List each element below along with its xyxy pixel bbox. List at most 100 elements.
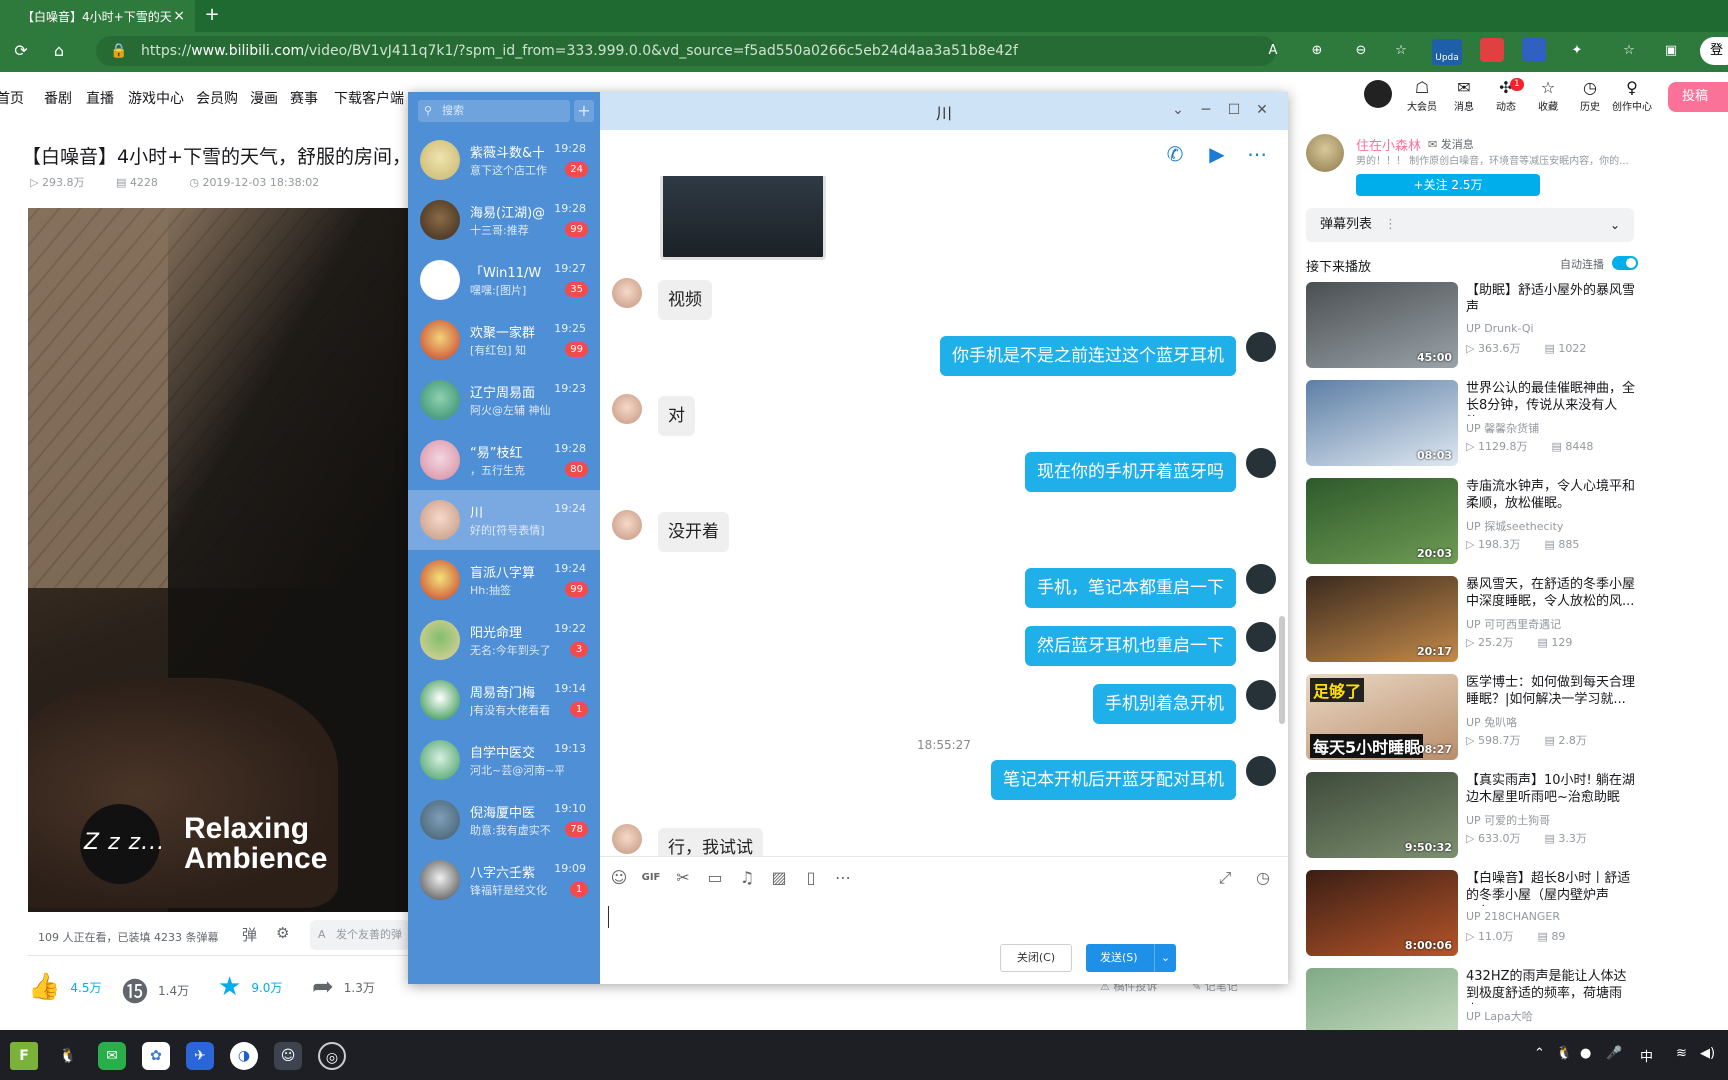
profile-button[interactable]: 登 bbox=[1700, 37, 1728, 65]
browser-icon[interactable]: ◑ bbox=[230, 1042, 258, 1070]
qq-add-button[interactable]: + bbox=[574, 100, 594, 122]
wechat-icon[interactable]: ✉ bbox=[98, 1042, 126, 1070]
coin-button[interactable]: ⓯ 1.4万 bbox=[122, 972, 189, 1009]
dynamics-button[interactable]: ✣ 动态 1 bbox=[1488, 78, 1524, 113]
ime-indicator[interactable]: 中 bbox=[1640, 1046, 1653, 1065]
creator-center-button[interactable]: ♀ 创作中心 bbox=[1612, 78, 1652, 113]
new-tab-button[interactable]: + bbox=[200, 4, 224, 28]
recommended-video[interactable]: 9:50:32 【真实雨声】10小时! 躺在湖边木屋里听雨吧~治愈助眠 UP 可爱的… bbox=[1306, 772, 1636, 860]
conversation-item[interactable]: 阳光命理 19:22 无名:今年到头了 3 bbox=[408, 610, 600, 670]
danmaku-settings-icon[interactable]: ⚙ bbox=[276, 924, 289, 942]
upda-extension-button[interactable]: Upda bbox=[1432, 39, 1462, 65]
self-avatar[interactable] bbox=[1246, 756, 1276, 786]
qq-active-icon[interactable]: ☺ bbox=[274, 1042, 302, 1070]
user-avatar[interactable] bbox=[1364, 80, 1392, 108]
conversation-item[interactable]: 倪海厦中医 19:10 助意:我有虚实不 78 bbox=[408, 790, 600, 850]
chat-scrollbar[interactable] bbox=[1279, 616, 1285, 724]
photos-icon[interactable]: ✿ bbox=[142, 1042, 170, 1070]
nav-link-download[interactable]: 下载客户端 bbox=[334, 88, 404, 108]
recommended-uploader[interactable]: UP 兔叭咯 bbox=[1466, 714, 1517, 730]
feishu-icon[interactable]: ✈ bbox=[186, 1042, 214, 1070]
recommended-video[interactable]: 足够了 每天5小时睡眠 08:27 医学博士：如何做到每天合理睡眠？|如何解决一学习就… bbox=[1306, 674, 1636, 762]
self-avatar[interactable] bbox=[1246, 564, 1276, 594]
favorite-button[interactable]: ★ 9.0万 bbox=[218, 972, 282, 1002]
nav-link-live[interactable]: 直播 bbox=[86, 88, 114, 108]
recommended-title[interactable]: 【真实雨声】10小时! 躺在湖边木屋里听雨吧~治愈助眠 bbox=[1466, 772, 1638, 808]
tab-close-icon[interactable]: × bbox=[173, 8, 185, 24]
volume-icon[interactable]: ◀) bbox=[1700, 1046, 1715, 1061]
send-button[interactable]: 发送(S) ⌄ bbox=[1086, 944, 1176, 972]
danmu-list-panel[interactable]: 弹幕列表 ⋮ ⌄ bbox=[1306, 208, 1634, 242]
refresh-icon[interactable]: ⟳ bbox=[10, 40, 32, 62]
recommended-video[interactable]: 45:00 【助眠】舒适小屋外的暴风雪声 UP Drunk-Qi ▷ 363.6万 ▤ … bbox=[1306, 282, 1636, 370]
scissors-icon[interactable]: ✂ bbox=[672, 867, 694, 889]
maximize-icon[interactable]: ☐ bbox=[1224, 100, 1244, 120]
recommended-title[interactable]: 暴风雪天，在舒适的冬季小屋中深度睡眠，令人放松的风... bbox=[1466, 576, 1638, 612]
nav-link-home[interactable]: 首页 bbox=[0, 88, 24, 108]
video-thumbnail[interactable]: 20:03 bbox=[1306, 478, 1458, 564]
favorite-add-icon[interactable]: ☆ bbox=[1390, 40, 1412, 62]
recommended-uploader[interactable]: UP Lapa大哈 bbox=[1466, 1008, 1533, 1024]
conversation-item[interactable]: 川 19:24 好的[符号表情] bbox=[408, 490, 600, 550]
follow-button[interactable]: +关注 2.5万 bbox=[1356, 174, 1540, 196]
history-button[interactable]: ◷ 历史 bbox=[1572, 78, 1608, 113]
collections-icon[interactable]: ▣ bbox=[1660, 40, 1682, 62]
recommended-uploader[interactable]: UP Drunk-Qi bbox=[1466, 322, 1534, 335]
expand-icon[interactable]: ⤢ bbox=[1214, 867, 1236, 889]
share-button[interactable]: ➦ 1.3万 bbox=[312, 972, 375, 1002]
self-avatar[interactable] bbox=[1246, 680, 1276, 710]
up-avatar[interactable] bbox=[1306, 134, 1344, 172]
favorites-button[interactable]: ☆ 收藏 bbox=[1530, 78, 1566, 113]
conversation-item[interactable]: 自学中医交 19:13 河北~芸@河南~平 bbox=[408, 730, 600, 790]
minimize-icon[interactable]: ─ bbox=[1196, 100, 1216, 120]
tray-qq-icon[interactable]: 🐧 bbox=[1556, 1046, 1572, 1061]
favorites-icon[interactable]: ☆ bbox=[1618, 40, 1640, 62]
history-icon[interactable]: ◷ bbox=[1252, 867, 1274, 889]
nav-link-anime[interactable]: 番剧 bbox=[44, 88, 72, 108]
conversation-item[interactable]: 欢聚一家群 19:25 [有红包] 知 99 bbox=[408, 310, 600, 370]
tray-chevron-icon[interactable]: ⌃ bbox=[1534, 1046, 1545, 1061]
recommended-uploader[interactable]: UP 馨馨杂货铺 bbox=[1466, 420, 1539, 436]
self-avatar[interactable] bbox=[1246, 448, 1276, 478]
recommended-uploader[interactable]: UP 探城seethecity bbox=[1466, 518, 1563, 534]
recommended-video[interactable]: 08:03 世界公认的最佳催眠神曲，全长8分钟，传说从来没有人能... UP 馨馨杂… bbox=[1306, 380, 1636, 468]
conversation-item[interactable]: 八字六壬紫 19:09 锋福轩是经文化 1 bbox=[408, 850, 600, 910]
tray-app-icon[interactable]: ● bbox=[1580, 1046, 1591, 1061]
app-f-icon[interactable]: F bbox=[10, 1042, 38, 1070]
video-player[interactable]: Z z z... Relaxing Ambience bbox=[28, 208, 408, 912]
more-icon[interactable]: ⋯ bbox=[1244, 142, 1270, 168]
recommended-title[interactable]: 【助眠】舒适小屋外的暴风雪声 bbox=[1466, 282, 1638, 318]
autoplay-toggle[interactable] bbox=[1612, 256, 1638, 270]
recommended-title[interactable]: 世界公认的最佳催眠神曲，全长8分钟，传说从来没有人能... bbox=[1466, 380, 1638, 416]
self-avatar[interactable] bbox=[1246, 622, 1276, 652]
nav-link-game[interactable]: 游戏中心 bbox=[128, 88, 184, 108]
nav-link-esports[interactable]: 赛事 bbox=[290, 88, 318, 108]
upload-button[interactable]: 投稿 bbox=[1668, 82, 1728, 112]
recommended-video[interactable]: 20:17 暴风雪天，在舒适的冬季小屋中深度睡眠，令人放松的风... UP 可可西里… bbox=[1306, 576, 1636, 664]
emoji-icon[interactable]: ☺ bbox=[608, 867, 630, 889]
video-call-icon[interactable]: ▶ bbox=[1204, 142, 1230, 168]
conversation-item[interactable]: 海易(江湖)@ 19:28 十三哥:推荐 99 bbox=[408, 190, 600, 250]
extension-icon[interactable]: ⊕ bbox=[1306, 40, 1328, 62]
recommended-title[interactable]: 医学博士：如何做到每天合理睡眠？|如何解决一学习就... bbox=[1466, 674, 1638, 710]
wifi-icon[interactable]: ≋ bbox=[1676, 1046, 1687, 1061]
recommended-title[interactable]: 寺庙流水钟声，令人心境平和柔顺，放松催眠。 bbox=[1466, 478, 1638, 514]
conversation-item[interactable]: “易”枝红 19:28 ，五行生克 80 bbox=[408, 430, 600, 490]
microphone-icon[interactable]: 🎤 bbox=[1606, 1046, 1622, 1061]
qq-search-input[interactable]: ⚲ 搜索 bbox=[418, 100, 570, 122]
red-extension-icon[interactable] bbox=[1480, 38, 1504, 62]
recommended-uploader[interactable]: UP 可可西里奇遇记 bbox=[1466, 616, 1561, 632]
contact-avatar[interactable] bbox=[612, 278, 642, 308]
browser-tab[interactable]: 【白噪音】4小时+下雪的天 × bbox=[0, 0, 195, 32]
close-icon[interactable]: ✕ bbox=[1252, 100, 1272, 120]
chevron-down-icon[interactable]: ⌄ bbox=[1168, 100, 1188, 120]
like-button[interactable]: 👍 4.5万 bbox=[28, 972, 101, 1002]
close-chat-button[interactable]: 关闭(C) bbox=[1000, 944, 1072, 972]
send-options-chevron-icon[interactable]: ⌄ bbox=[1154, 944, 1176, 972]
folder-icon[interactable]: ▭ bbox=[704, 867, 726, 889]
conversation-item[interactable]: 紫薇斗数&十 19:28 意下这个店工作 24 bbox=[408, 130, 600, 190]
contact-avatar[interactable] bbox=[612, 394, 642, 424]
send-message-link[interactable]: ✉ 发消息 bbox=[1428, 136, 1474, 152]
danmu-input[interactable]: A 发个友善的弹 bbox=[310, 920, 410, 950]
message-input[interactable] bbox=[600, 896, 1288, 956]
